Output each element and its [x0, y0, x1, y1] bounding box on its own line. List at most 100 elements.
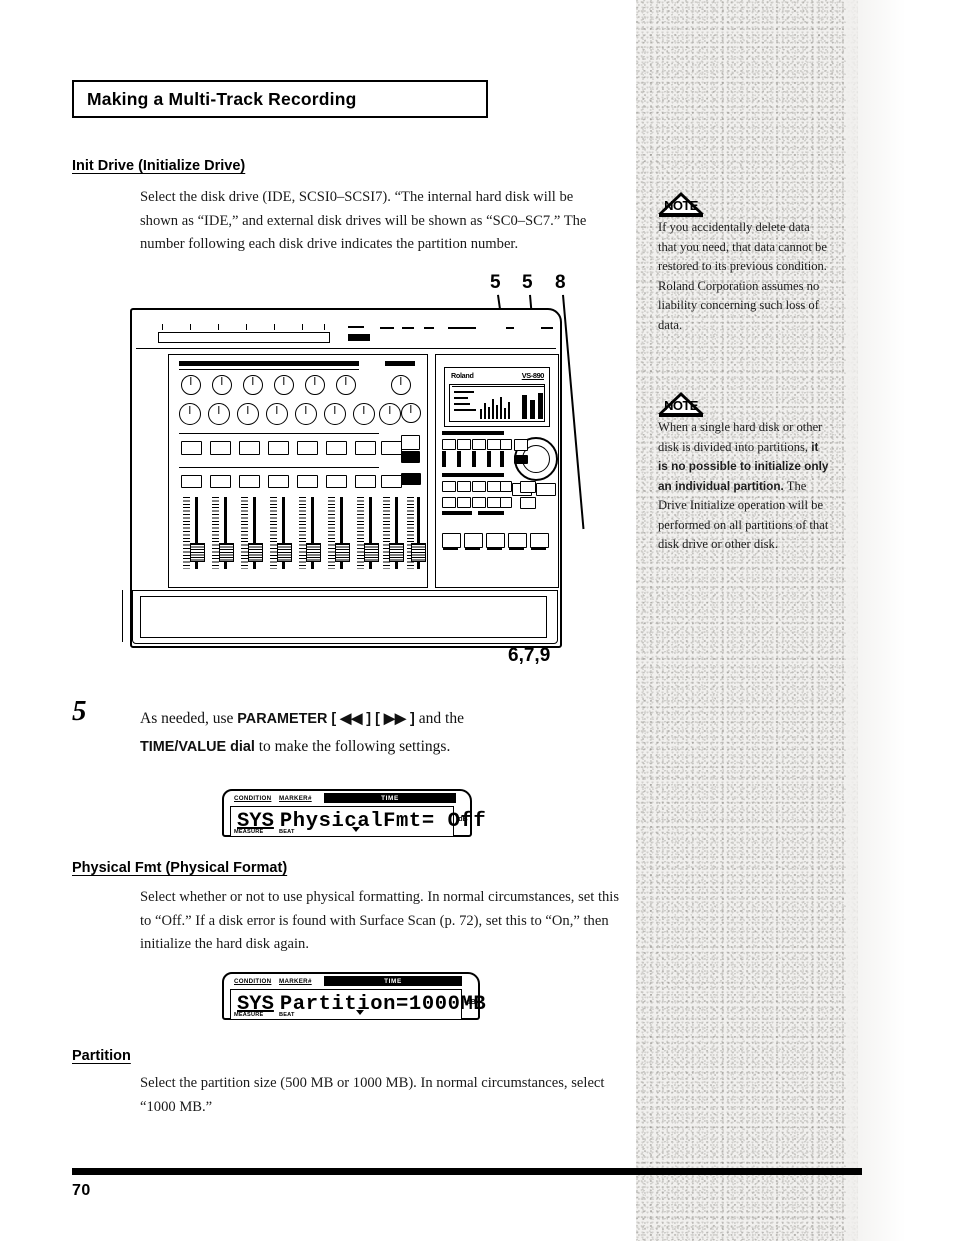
- status-button[interactable]: [181, 475, 202, 488]
- channel-meter: [328, 497, 335, 569]
- lcd-label-marker: MARKER#: [279, 978, 312, 985]
- device-top-mark: [448, 327, 476, 329]
- lcd-screen-value: Partition=1000MB: [279, 993, 487, 1016]
- status-button[interactable]: [268, 475, 289, 488]
- locator-button[interactable]: [457, 497, 471, 508]
- transport-rew-button[interactable]: [464, 533, 483, 548]
- channel-fader[interactable]: [364, 543, 379, 562]
- master-fader[interactable]: [411, 543, 426, 562]
- transport-ffwd-button[interactable]: [486, 533, 505, 548]
- cd-rw-button[interactable]: [514, 455, 528, 464]
- input-knob[interactable]: [181, 375, 201, 395]
- locator-button[interactable]: [487, 481, 501, 492]
- channel-meter: [241, 497, 248, 569]
- channel-knob[interactable]: [324, 403, 346, 425]
- locator-button[interactable]: [442, 497, 456, 508]
- select-button[interactable]: [326, 441, 347, 455]
- select-button[interactable]: [297, 441, 318, 455]
- status-button[interactable]: [381, 475, 402, 488]
- input-knob[interactable]: [274, 375, 294, 395]
- channel-knob[interactable]: [353, 403, 375, 425]
- status-button[interactable]: [297, 475, 318, 488]
- phones-knob[interactable]: [391, 375, 411, 395]
- transport-stop-button[interactable]: [508, 533, 527, 548]
- scene-button[interactable]: [520, 481, 536, 493]
- step-text-keys: [ ◀◀ ] [ ▶▶ ]: [327, 711, 419, 727]
- channel-knob[interactable]: [295, 403, 317, 425]
- edit-condition-button[interactable]: [442, 439, 456, 450]
- transport-play-button[interactable]: [530, 533, 549, 548]
- status-button[interactable]: [355, 475, 376, 488]
- auto-punch-button[interactable]: [520, 497, 536, 509]
- edit-condition-button[interactable]: [500, 439, 512, 450]
- select-button[interactable]: [381, 441, 402, 455]
- device-control-panel: Roland VS-890: [435, 354, 559, 588]
- channel-meter: [183, 497, 190, 569]
- select-button[interactable]: [239, 441, 260, 455]
- channel-fader[interactable]: [277, 543, 292, 562]
- channel-knob[interactable]: [266, 403, 288, 425]
- lcd-label-time: TIME: [384, 977, 402, 985]
- channel-fader[interactable]: [335, 543, 350, 562]
- channel-fader[interactable]: [306, 543, 321, 562]
- device-top-mark: [402, 327, 414, 329]
- channel-knob[interactable]: [237, 403, 259, 425]
- locator-button[interactable]: [472, 481, 486, 492]
- edit-condition-bar: [442, 431, 504, 435]
- parameter-right-button[interactable]: [536, 483, 556, 496]
- aux-send-knob[interactable]: [401, 403, 421, 423]
- channel-fader[interactable]: [219, 543, 234, 562]
- lcd-cursor-caret: [356, 1010, 364, 1015]
- channel-fader[interactable]: [190, 543, 205, 562]
- locator-button[interactable]: [457, 481, 471, 492]
- lcd-time-bar: TIME: [324, 976, 462, 986]
- track-status-button[interactable]: [401, 435, 420, 450]
- select-button[interactable]: [181, 441, 202, 455]
- edit-condition-button[interactable]: [487, 439, 501, 450]
- figure-callout-679: 6,7,9: [508, 645, 551, 666]
- locator-button[interactable]: [472, 497, 486, 508]
- input-knob[interactable]: [243, 375, 263, 395]
- select-button[interactable]: [268, 441, 289, 455]
- select-button[interactable]: [355, 441, 376, 455]
- channel-knob[interactable]: [208, 403, 230, 425]
- locator-button[interactable]: [487, 497, 501, 508]
- note-text-2: When a single hard disk or other disk is…: [658, 418, 830, 555]
- step-number: 5: [72, 695, 87, 727]
- input-knob[interactable]: [336, 375, 356, 395]
- lcd-label-beat: BEAT: [279, 1012, 295, 1018]
- step-text-post2: to make the following settings.: [254, 738, 451, 755]
- step-text-timevalue: TIME/VALUE dial: [140, 739, 255, 755]
- input-knob[interactable]: [212, 375, 232, 395]
- status-button[interactable]: [210, 475, 231, 488]
- locator-button[interactable]: [500, 481, 512, 492]
- locator-bar: [442, 473, 504, 477]
- channel-meter: [270, 497, 277, 569]
- bleed-through-artifact: ···· ·· ·····: [662, 760, 738, 774]
- channel-fader[interactable]: [389, 543, 404, 562]
- channel-knob[interactable]: [179, 403, 201, 425]
- edit-condition-tick: [442, 451, 446, 467]
- status-button[interactable]: [239, 475, 260, 488]
- channel-fader[interactable]: [248, 543, 263, 562]
- locator-button[interactable]: [442, 481, 456, 492]
- locator-button[interactable]: [500, 497, 512, 508]
- input-knob[interactable]: [305, 375, 325, 395]
- section-paragraph-init-drive: Select the disk drive (IDE, SCSI0–SCSI7)…: [140, 189, 587, 252]
- device-level-scale: [158, 332, 330, 343]
- utility-button[interactable]: [514, 439, 528, 451]
- note-block-2: NOTE When a single hard disk or other di…: [658, 392, 830, 555]
- device-lcd-waveform: [449, 384, 545, 422]
- status-button[interactable]: [326, 475, 347, 488]
- edit-condition-button[interactable]: [472, 439, 486, 450]
- device-left-foot: [122, 590, 141, 642]
- lcd-label-measure: MEASURE: [234, 1012, 264, 1018]
- step-text-parameter: PARAMETER: [237, 711, 328, 727]
- note-triangle-icon: NOTE: [658, 392, 704, 417]
- bleed-through-artifact: ···· ·· ····· ··: [660, 812, 753, 826]
- note-icon-label: NOTE: [664, 198, 698, 213]
- transport-zero-button[interactable]: [442, 533, 461, 548]
- edit-condition-button[interactable]: [457, 439, 471, 450]
- channel-knob[interactable]: [379, 403, 401, 425]
- select-button[interactable]: [210, 441, 231, 455]
